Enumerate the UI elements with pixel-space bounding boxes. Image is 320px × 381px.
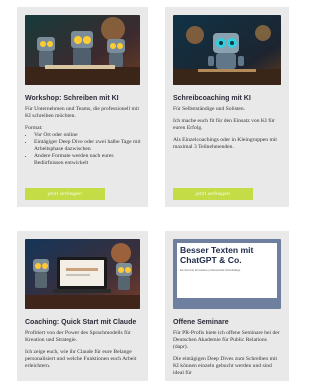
card-schreibcoaching: Schreibcoaching mit KI Für Selbstständig… — [165, 7, 289, 207]
robot-laptop-illustration — [25, 239, 140, 309]
format-list: Vor Ort oder online Eintägiger Deep Dive… — [25, 132, 142, 167]
slide-page: Besser Texten mit ChatGPT & Co. Ein Semi… — [177, 243, 277, 298]
card-text: Profitiert von der Power des Sprachmodel… — [25, 330, 142, 375]
card-text: Für Selbstständige und Solisten. Ich mac… — [173, 106, 283, 156]
card-title: Offene Seminare — [173, 319, 229, 326]
card-text: Für Unternehmen und Teams, die professio… — [25, 106, 142, 167]
card-workshop: Workshop: Schreiben mit KI Für Unternehm… — [17, 7, 148, 207]
card-open-seminars: Besser Texten mit ChatGPT & Co. Ein Semi… — [165, 231, 289, 381]
slide-title: Besser Texten mit ChatGPT & Co. — [180, 245, 254, 265]
card-title: Workshop: Schreiben mit KI — [25, 95, 119, 102]
card-paragraph: Für PR-Profis biete ich offene Seminare … — [173, 330, 280, 350]
inquire-button[interactable]: jetzt anfragen — [25, 188, 105, 200]
format-label: Format: — [25, 125, 43, 131]
list-item: Eintägiger Deep Dive oder zwei halbe Tag… — [34, 139, 142, 153]
card-text: Für PR-Profis biete ich offene Seminare … — [173, 330, 283, 381]
slide-subtitle: Ein Seminar für kreative professionelle … — [180, 269, 241, 272]
inquire-button[interactable]: jetzt anfragen — [173, 188, 253, 200]
list-item: Andere Formate werden nach eures Bedürfn… — [34, 153, 142, 167]
card-paragraph: Ich mache euch fit für den Einsatz von K… — [173, 118, 275, 131]
card-claude-coaching: Coaching: Quick Start mit Claude Profiti… — [17, 231, 148, 381]
card-paragraph: Profitiert von der Power des Sprachmodel… — [25, 330, 131, 343]
robot-illustration — [25, 15, 140, 85]
card-paragraph: Als Einzelcoachings oder in Kleingruppen… — [173, 137, 277, 150]
list-item: Vor Ort oder online — [34, 132, 142, 139]
card-paragraph: Ich zeige euch, wie ihr Claude für eure … — [25, 349, 137, 369]
slide-thumbnail: Besser Texten mit ChatGPT & Co. Ein Semi… — [173, 239, 281, 309]
card-intro: Für Unternehmen und Teams, die professio… — [25, 106, 139, 119]
card-title: Coaching: Quick Start mit Claude — [25, 319, 137, 326]
card-paragraph: Die eintägigen Deep Dives zum Schreiben … — [173, 356, 278, 376]
card-paragraph: Für Selbstständige und Solisten. — [173, 106, 246, 112]
card-title: Schreibcoaching mit KI — [173, 95, 251, 102]
robot-illustration — [173, 15, 281, 85]
